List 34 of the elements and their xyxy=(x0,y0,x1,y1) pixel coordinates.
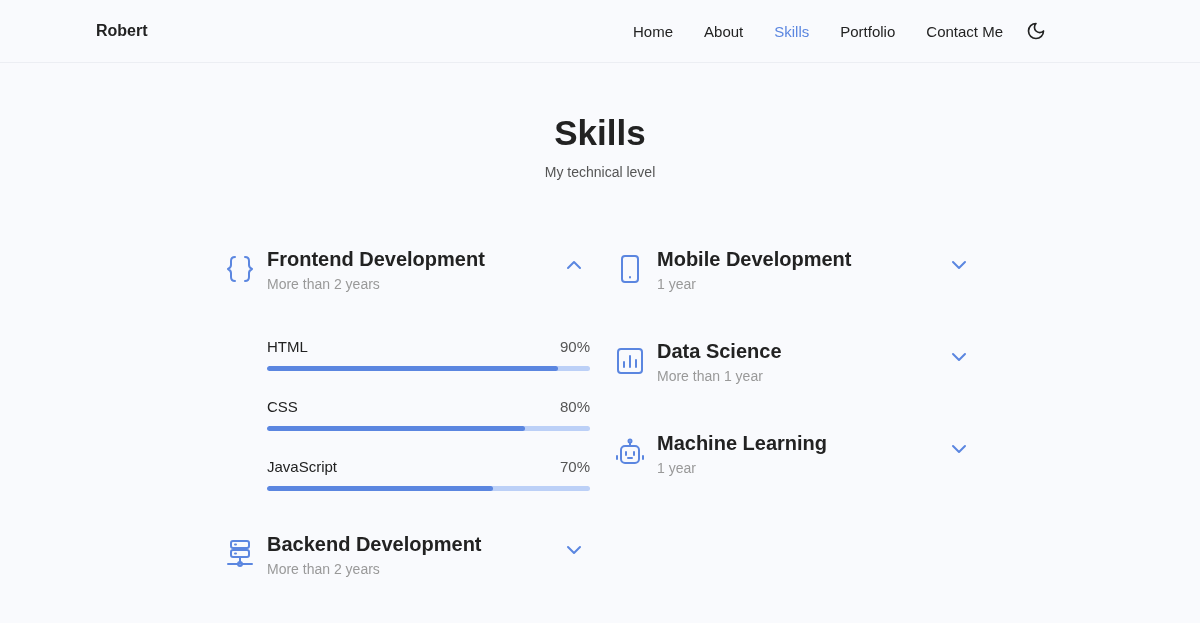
category-subtitle: 1 year xyxy=(657,460,697,476)
category-title: Machine Learning xyxy=(657,431,829,456)
category-subtitle: More than 2 years xyxy=(267,561,381,577)
skill-name: JavaScript xyxy=(267,458,338,475)
category-title: Backend Development xyxy=(267,532,483,557)
nav-link[interactable]: Home xyxy=(633,22,674,40)
chevron-up-icon[interactable] xyxy=(566,260,582,270)
nav-link[interactable]: Portfolio xyxy=(840,22,896,40)
bar-chart-icon xyxy=(615,346,645,376)
skill-name: CSS xyxy=(267,398,298,415)
skill-name: HTML xyxy=(267,338,308,355)
category-subtitle: 1 year xyxy=(657,276,697,292)
skill-percent: 90% xyxy=(559,338,590,355)
category-subtitle: More than 2 years xyxy=(267,276,381,292)
nav-link[interactable]: About xyxy=(704,22,744,40)
phone-icon xyxy=(619,254,641,284)
nav-link[interactable]: Skills xyxy=(774,22,810,40)
section-subtitle: My technical level xyxy=(543,164,657,180)
category-title: Frontend Development xyxy=(267,247,486,272)
chevron-down-icon[interactable] xyxy=(951,260,967,270)
category-title: Data Science xyxy=(657,339,783,364)
category-title: Mobile Development xyxy=(657,247,853,272)
skill-percent: 80% xyxy=(559,398,590,415)
skill-percent: 70% xyxy=(559,458,590,475)
category-subtitle: More than 1 year xyxy=(657,368,764,384)
chevron-down-icon[interactable] xyxy=(951,444,967,454)
nav-link[interactable]: Contact Me xyxy=(926,22,1003,40)
chevron-down-icon[interactable] xyxy=(951,352,967,362)
chevron-down-icon[interactable] xyxy=(566,545,582,555)
server-icon xyxy=(226,539,254,569)
site-logo[interactable]: Robert xyxy=(96,22,148,40)
section-title: Skills xyxy=(553,113,647,153)
moon-icon[interactable] xyxy=(1026,21,1046,41)
braces-icon xyxy=(226,254,254,284)
